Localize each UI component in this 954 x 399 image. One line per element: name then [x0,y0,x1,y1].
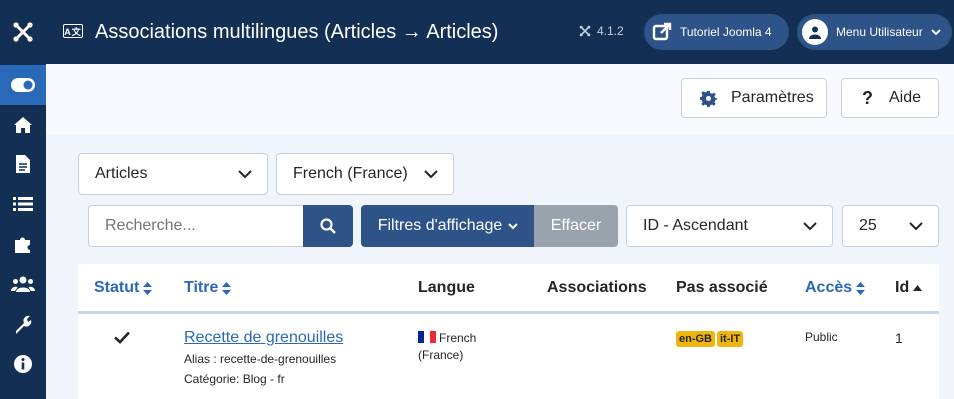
chevron-down-icon [930,28,941,35]
language-select[interactable]: French (France) [276,153,454,195]
page-title: Associations multilingues (Articles → Ar… [95,21,499,43]
row-language-name: French [439,331,477,345]
row-title-link[interactable]: Recette de grenouilles [184,329,343,346]
user-avatar-icon [802,19,828,45]
column-header-not-associated: Pas associé [676,279,768,296]
france-flag-icon [418,331,436,343]
column-header-access-label: Accès [805,279,853,296]
filter-options-label: Filtres d'affichage [377,217,503,234]
language-badge-it-it[interactable]: it-IT [717,331,744,347]
search-button[interactable] [303,205,353,247]
row-language-region: (France) [418,348,464,362]
column-header-title-label: Titre [184,279,219,296]
sort-icon [143,281,153,295]
gear-icon [700,90,717,107]
column-header-id-label: Id [895,279,910,296]
external-link-icon [652,22,672,41]
row-id: 1 [895,330,903,346]
question-icon: ? [862,87,873,108]
search-input[interactable] [88,205,304,247]
system-wrench-icon[interactable] [0,304,46,344]
chevron-down-icon [788,206,832,246]
version-number: 4.1.2 [597,24,624,38]
column-header-language: Langue [418,279,475,296]
item-type-value: Articles [95,165,148,182]
extensions-puzzle-icon[interactable] [0,224,46,264]
joomla-logo-icon[interactable] [0,0,46,64]
list-limit-select[interactable]: 25 [842,205,939,247]
language-value: French (France) [293,165,408,182]
filter-options-button[interactable]: Filtres d'affichage [361,205,535,247]
language-icon: A文 [63,24,83,38]
settings-button[interactable]: Paramètres [681,78,827,118]
toolbar: Paramètres ? Aide [46,64,954,134]
chevron-down-icon [409,154,453,194]
column-header-id[interactable]: Id [895,279,923,297]
home-icon[interactable] [0,105,46,145]
column-header-status[interactable]: Statut [94,279,153,297]
item-type-select[interactable]: Articles [78,153,268,195]
help-button[interactable]: ? Aide [841,78,939,118]
table-header-divider [78,311,939,314]
row-access: Public [805,330,838,344]
chevron-down-icon [223,154,267,194]
list-icon[interactable] [0,184,46,224]
row-alias: Alias : recette-de-grenouilles [184,352,337,366]
sidebar-toggle-icon[interactable] [0,65,46,105]
ordering-value: ID - Ascendant [643,217,748,234]
column-header-status-label: Statut [94,279,140,296]
tutorial-link-button[interactable]: Tutoriel Joomla 4 [644,14,789,50]
list-limit-value: 25 [859,217,877,234]
search-icon [320,218,336,234]
joomla-small-icon [579,25,591,37]
row-not-associated-cell: en-GB it-IT [676,331,745,347]
users-icon[interactable] [0,264,46,304]
ordering-select[interactable]: ID - Ascendant [626,205,833,247]
settings-label: Paramètres [731,89,814,106]
column-header-associations: Associations [547,279,647,296]
content-file-icon[interactable] [0,144,46,184]
language-badge-en-gb[interactable]: en-GB [676,331,715,347]
associations-table: Statut Titre Langue Associations Pas ass… [78,264,939,399]
chevron-down-icon [894,206,938,246]
row-language-cell: French (France) [418,330,476,364]
clear-button[interactable]: Effacer [534,205,618,247]
column-header-title[interactable]: Titre [184,279,232,297]
sort-icon [222,281,232,295]
published-check-icon[interactable] [114,331,130,347]
tutorial-link-label: Tutoriel Joomla 4 [680,25,772,39]
user-menu-label: Menu Utilisateur [836,25,923,39]
row-category: Catégorie: Blog - fr [184,372,285,386]
user-menu-button[interactable]: Menu Utilisateur [797,14,952,50]
sort-ascending-icon [913,285,923,291]
row-title-cell: Recette de grenouilles Alias : recette-d… [184,329,343,386]
version-info: 4.1.2 [579,24,624,38]
header: A文 Associations multilingues (Articles →… [46,0,954,64]
help-label: Aide [889,89,922,106]
column-header-access[interactable]: Accès [805,279,866,297]
sidebar [0,0,46,399]
info-icon[interactable] [0,344,46,384]
chevron-down-icon [508,222,519,229]
sort-icon [856,281,866,295]
